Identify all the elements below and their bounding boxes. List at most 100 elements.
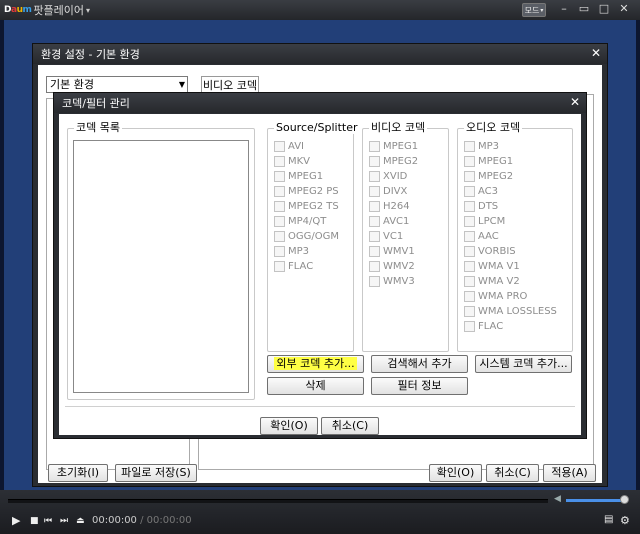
checkbox-wma-v2[interactable]: WMA V2 [464,274,520,288]
seek-bar[interactable] [8,499,548,503]
cancel-button[interactable]: 취소(C) [486,464,539,482]
checkbox-avc1[interactable]: AVC1 [369,214,409,228]
category-select[interactable]: 기본 환경 ▼ [46,76,188,93]
checkbox-avi[interactable]: AVI [274,139,304,153]
checkbox-label: AAC [478,230,499,242]
checkbox-mp4-qt[interactable]: MP4/QT [274,214,326,228]
checkbox-mpeg2-ps[interactable]: MPEG2 PS [274,184,339,198]
checkbox-icon [274,170,285,182]
checkbox-aac[interactable]: AAC [464,229,499,243]
checkbox-mpeg1[interactable]: MPEG1 [274,169,323,183]
checkbox-label: LPCM [478,215,506,227]
checkbox-label: XVID [383,170,408,182]
checkbox-audio-mpeg1[interactable]: MPEG1 [464,154,513,168]
video-codec-title: 비디오 코덱 [369,121,428,134]
window-edge-left [0,20,4,490]
checkbox-dts[interactable]: DTS [464,199,498,213]
checkbox-icon [464,170,475,182]
duration: 00:00:00 [146,515,192,526]
checkbox-label: WMA V2 [478,275,520,287]
checkbox-h264[interactable]: H264 [369,199,410,213]
close-icon[interactable]: ✕ [617,2,631,18]
volume-handle[interactable] [620,495,629,504]
checkbox-video-mpeg1[interactable]: MPEG1 [369,139,418,153]
checkbox-label: WMV1 [383,245,415,257]
codec-ok-button[interactable]: 확인(O) [260,417,318,435]
app-menu[interactable]: Daum 팟플레이어 ▾ [4,2,90,18]
playlist-icon[interactable]: ▤ [604,514,613,525]
checkbox-divx[interactable]: DIVX [369,184,407,198]
eject-icon[interactable]: ⏏ [76,516,85,526]
codec-cancel-button[interactable]: 취소(C) [321,417,379,435]
checkbox-label: FLAC [478,320,504,332]
codec-list[interactable] [73,140,249,393]
checkbox-label: H264 [383,200,410,212]
close-icon[interactable]: ✕ [591,46,601,60]
gear-icon[interactable]: ⚙ [620,514,630,527]
checkbox-label: WMA PRO [478,290,528,302]
checkbox-video-mpeg2[interactable]: MPEG2 [369,154,418,168]
checkbox-label: AVC1 [383,215,410,227]
checkbox-audio-mp3[interactable]: MP3 [464,139,499,153]
time-display: 00:00:00 / 00:00:00 [92,515,192,526]
ok-button[interactable]: 확인(O) [429,464,482,482]
volume-slider[interactable] [566,499,624,502]
checkbox-audio-flac[interactable]: FLAC [464,319,503,333]
checkbox-wma-v1[interactable]: WMA V1 [464,259,520,273]
checkbox-wma-lossless[interactable]: WMA LOSSLESS [464,304,557,318]
checkbox-icon [464,305,475,317]
checkbox-xvid[interactable]: XVID [369,169,407,183]
checkbox-icon [274,260,285,272]
play-icon[interactable]: ▶ [12,514,20,527]
search-add-button[interactable]: 검색해서 추가 [371,355,468,373]
settings-titlebar[interactable]: 환경 설정 - 기본 환경 ✕ [33,44,607,64]
next-icon[interactable]: ⏭ [60,516,68,526]
mode-label: 모드 [524,5,540,15]
speaker-icon[interactable]: ◀ [554,494,561,504]
checkbox-icon [369,215,380,227]
checkbox-wmv2[interactable]: WMV2 [369,259,415,273]
restore-icon[interactable]: ▭ [577,2,591,18]
title-bar: Daum 팟플레이어 ▾ 모드 ▾ – ▭ □ ✕ [0,0,640,20]
previous-icon[interactable]: ⏮ [44,516,52,526]
checkbox-label: WMV3 [383,275,415,287]
checkbox-audio-mpeg2[interactable]: MPEG2 [464,169,513,183]
checkbox-mp3[interactable]: MP3 [274,244,309,258]
checkbox-ogg-ogm[interactable]: OGG/OGM [274,229,339,243]
settings-title: 환경 설정 - 기본 환경 [41,48,140,61]
checkbox-icon [464,185,475,197]
checkbox-mpeg2-ts[interactable]: MPEG2 TS [274,199,339,213]
minimize-icon[interactable]: – [557,2,571,18]
stop-icon[interactable]: ■ [30,516,39,526]
codec-title: 코덱/필터 관리 [62,97,130,110]
checkbox-mkv[interactable]: MKV [274,154,310,168]
current-time: 00:00:00 [92,515,137,526]
apply-button[interactable]: 적용(A) [543,464,596,482]
checkbox-icon [369,155,380,167]
checkbox-ac3[interactable]: AC3 [464,184,498,198]
checkbox-icon [274,230,285,242]
checkbox-label: AVI [288,140,304,152]
add-external-codec-label: 외부 코덱 추가... [274,357,357,370]
audio-codec-group: 오디오 코덱 MP3 MPEG1 MPEG2 AC3 DTS LPCM AAC … [457,122,573,352]
mode-button[interactable]: 모드 ▾ [522,3,546,17]
checkbox-icon [464,290,475,302]
save-file-button[interactable]: 파일로 저장(S) [115,464,197,482]
maximize-icon[interactable]: □ [597,2,611,18]
checkbox-icon [369,260,380,272]
reset-button[interactable]: 초기화(I) [48,464,108,482]
checkbox-vorbis[interactable]: VORBIS [464,244,516,258]
checkbox-flac[interactable]: FLAC [274,259,313,273]
filter-info-button[interactable]: 필터 정보 [371,377,468,395]
add-external-codec-button[interactable]: 외부 코덱 추가... [267,355,364,373]
add-system-codec-button[interactable]: 시스템 코덱 추가... [475,355,572,373]
codec-titlebar[interactable]: 코덱/필터 관리 ✕ [54,93,586,113]
checkbox-lpcm[interactable]: LPCM [464,214,505,228]
checkbox-wmv1[interactable]: WMV1 [369,244,415,258]
delete-button[interactable]: 삭제 [267,377,364,395]
checkbox-icon [369,170,380,182]
checkbox-vc1[interactable]: VC1 [369,229,403,243]
checkbox-wmv3[interactable]: WMV3 [369,274,415,288]
close-icon[interactable]: ✕ [570,95,580,109]
checkbox-wma-pro[interactable]: WMA PRO [464,289,527,303]
